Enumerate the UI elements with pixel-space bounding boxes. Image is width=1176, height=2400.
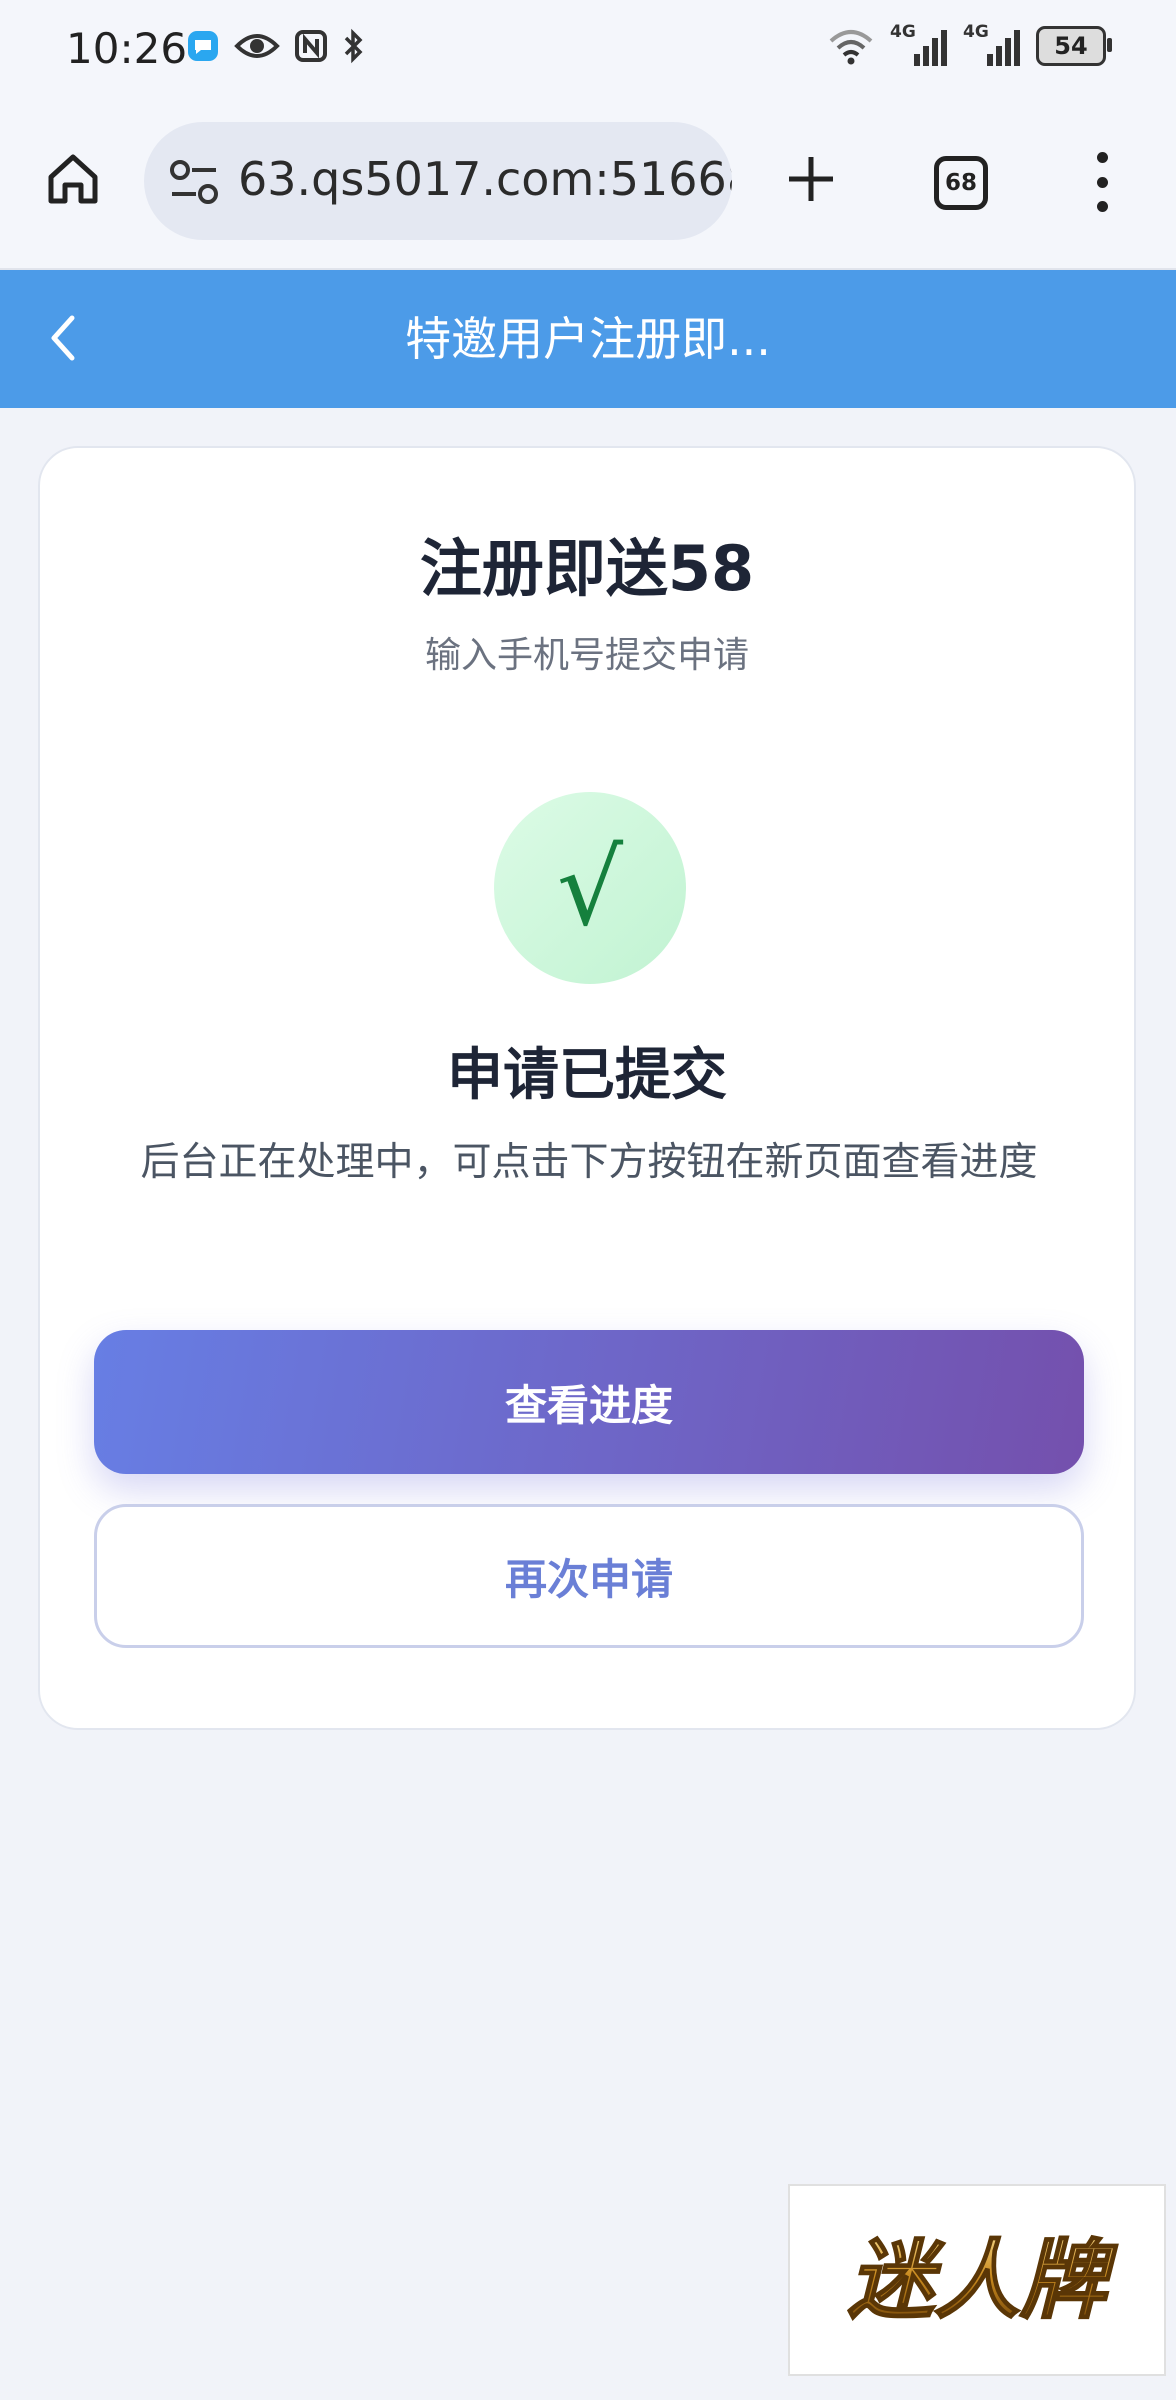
watermark-text: 迷人牌 [848, 2231, 1118, 2331]
status-description: 后台正在处理中，可点击下方按钮在新页面查看进度 [140, 1140, 1038, 1185]
status-right-icons: 4G 4G 54 [828, 22, 1112, 66]
signal-4g-icon: 4G [963, 22, 1020, 66]
status-bar: 10:26 4G 4G 54 [0, 0, 1176, 100]
signal-4g-icon: 4G [890, 22, 947, 66]
nfc-icon [295, 30, 327, 62]
new-tab-button[interactable] [778, 146, 844, 212]
network-label: 4G [890, 22, 916, 42]
card-title: 注册即送58 [419, 532, 755, 605]
tabs-button[interactable]: 68 [934, 156, 988, 210]
address-bar[interactable]: 63.qs5017.com:51668 [144, 122, 732, 240]
wifi-icon [829, 30, 873, 65]
site-settings-icon[interactable] [168, 158, 220, 206]
more-vert-icon[interactable] [1080, 152, 1124, 212]
status-left-icons [186, 28, 366, 64]
status-time: 10:26 [66, 24, 188, 73]
message-app-icon [188, 31, 218, 61]
browser-toolbar: 63.qs5017.com:51668 68 [0, 100, 1176, 270]
result-card: 注册即送58 输入手机号提交申请 √ 申请已提交 后台正在处理中，可点击下方按钮… [38, 446, 1136, 1730]
success-check-icon: √ [494, 792, 686, 984]
chevron-left-icon[interactable] [34, 308, 94, 368]
eye-icon [234, 34, 280, 58]
network-label: 4G [963, 22, 989, 42]
home-button[interactable] [40, 146, 106, 212]
view-progress-button[interactable]: 查看进度 [94, 1330, 1084, 1474]
watermark-image: 迷人牌 [847, 2230, 1119, 2332]
reapply-button[interactable]: 再次申请 [94, 1504, 1084, 1648]
battery-indicator: 54 [1036, 26, 1112, 66]
bluetooth-icon [344, 28, 363, 64]
page-title: 特邀用户注册即... [405, 312, 771, 366]
watermark-logo: 迷人牌 [788, 2184, 1166, 2376]
card-subtitle: 输入手机号提交申请 [424, 635, 749, 676]
url-text[interactable]: 63.qs5017.com:51668 [238, 152, 732, 206]
status-title: 申请已提交 [447, 1043, 727, 1108]
plus-icon [789, 157, 833, 201]
app-header: 特邀用户注册即... [0, 270, 1176, 408]
home-icon [48, 154, 98, 204]
